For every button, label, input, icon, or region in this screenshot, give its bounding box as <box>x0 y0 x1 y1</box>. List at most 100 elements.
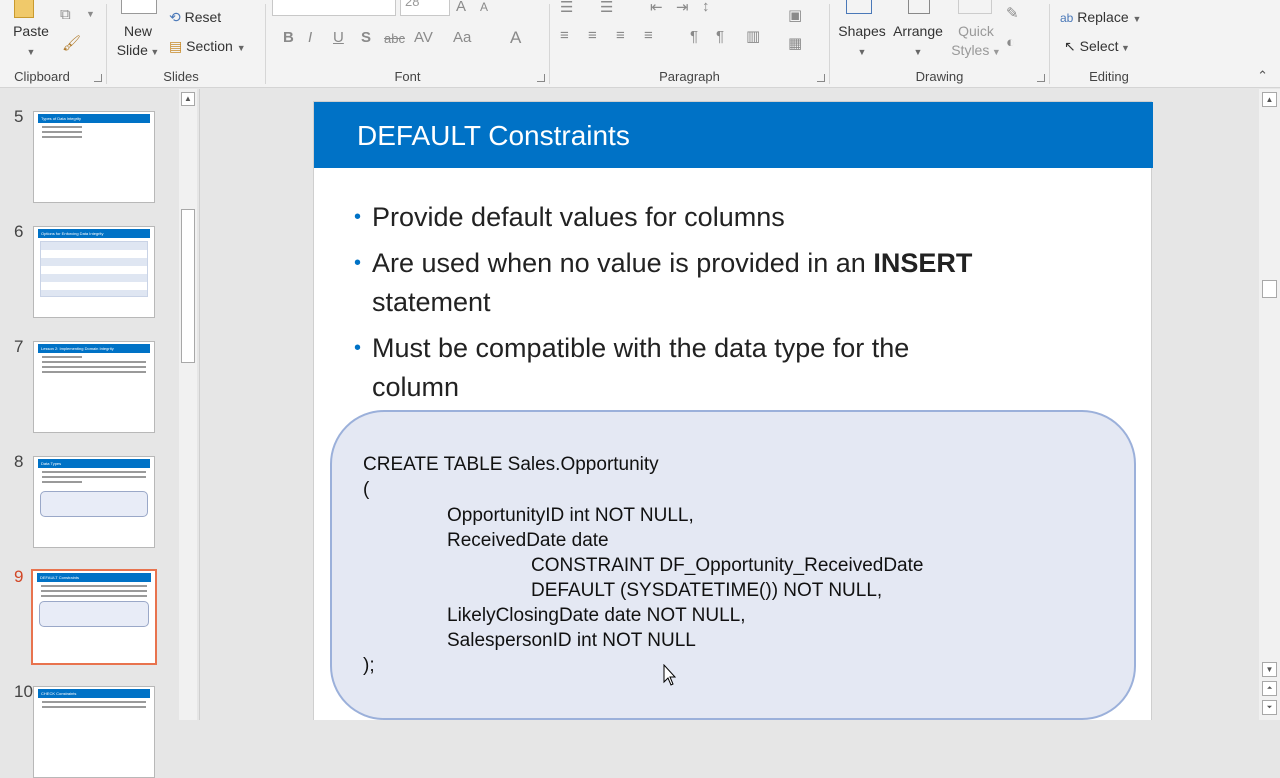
code-line: LikelyClosingDate date NOT NULL, <box>447 605 746 626</box>
slide-thumbnail-5[interactable]: Types of Data Integrity <box>33 111 155 203</box>
bullet-2[interactable]: • Are used when no value is provided in … <box>354 244 1116 322</box>
thumbnail-text-line <box>42 366 146 368</box>
quick-styles-dropdown-icon: ▼ <box>989 47 1001 57</box>
change-case-button[interactable]: Aa <box>453 29 471 46</box>
ltr-icon[interactable]: ¶ <box>690 28 698 45</box>
scroll-down-icon[interactable]: ▼ <box>1262 662 1277 677</box>
bullet-text-continued: column <box>372 372 460 402</box>
font-group: 28 A A B I U S abc AV Aa A Font <box>266 0 549 88</box>
smartart-icon[interactable]: ▦ <box>788 34 802 52</box>
slide-thumbnail-9-selected[interactable]: DEFAULT Constraints <box>31 569 157 665</box>
section-button[interactable]: ▤ Section ▼ <box>169 38 246 55</box>
justify-icon[interactable]: ≡ <box>644 27 653 44</box>
slide-thumbnail-10[interactable]: CHECK Constraints <box>33 686 155 778</box>
code-line: ); <box>363 655 375 676</box>
bullet-text: Provide default values for columns <box>372 202 785 232</box>
slides-group-label: Slides <box>163 69 199 84</box>
numbering-icon[interactable]: ☰ <box>600 0 613 16</box>
italic-button[interactable]: I <box>308 29 312 46</box>
character-spacing-button[interactable]: AV <box>414 29 433 46</box>
quick-styles-button[interactable]: Quick Styles ▼ <box>948 22 1004 62</box>
reset-button[interactable]: ⟲ Reset <box>169 9 221 26</box>
thumbnail-scrollbar[interactable]: ▲ <box>179 89 197 720</box>
copy-dropdown-icon[interactable]: ▼ <box>86 9 95 19</box>
bullet-text-continued: statement <box>372 287 491 317</box>
bullet-bold-keyword: INSERT <box>873 248 973 278</box>
quick-styles-label-2: Styles <box>951 42 990 58</box>
select-button[interactable]: ↖ Select ▼ <box>1064 38 1130 55</box>
copy-icon[interactable]: ⧉ <box>60 6 71 23</box>
replace-button[interactable]: ab Replace ▼ <box>1060 9 1141 25</box>
scrollbar-thumb[interactable] <box>181 209 195 363</box>
new-slide-button[interactable]: New Slide ▼ <box>113 22 163 62</box>
paragraph-group-label: Paragraph <box>659 69 720 84</box>
next-slide-icon[interactable]: ⏷ <box>1262 700 1277 715</box>
code-line: CREATE TABLE Sales.Opportunity <box>363 454 659 475</box>
font-color-button[interactable]: A <box>510 28 521 48</box>
slides-group: New Slide ▼ ⟲ Reset ▤ Section ▼ Slides <box>107 0 265 88</box>
collapse-ribbon-icon[interactable]: ⌃ <box>1257 68 1268 84</box>
bullet-dot-icon: • <box>354 206 362 228</box>
slide-thumbnail-7[interactable]: Lesson 2: Implementing Domain Integrity <box>33 341 155 433</box>
align-right-icon[interactable]: ≡ <box>616 27 625 44</box>
drawing-dialog-launcher-icon[interactable] <box>1037 74 1045 82</box>
strikethrough-button[interactable]: abc <box>384 31 405 46</box>
rtl-icon[interactable]: ¶ <box>716 28 724 45</box>
new-slide-label-1: New <box>123 23 152 39</box>
bold-button[interactable]: B <box>283 29 294 46</box>
thumbnail-code-box <box>40 491 148 517</box>
arrange-dropdown-icon: ▼ <box>913 47 923 57</box>
bullet-3[interactable]: • Must be compatible with the data type … <box>354 329 1116 407</box>
shadow-button[interactable]: S <box>361 29 371 46</box>
align-center-icon[interactable]: ≡ <box>588 27 597 44</box>
scrollbar-thumb[interactable] <box>1262 280 1277 298</box>
paragraph-dialog-launcher-icon[interactable] <box>817 74 825 82</box>
paste-dropdown-icon[interactable]: ▼ <box>27 47 36 57</box>
new-slide-dropdown-icon[interactable]: ▼ <box>148 47 159 57</box>
clipboard-group: Paste ▼ ⧉ ▼ 🖌 Clipboard <box>0 0 106 88</box>
select-dropdown-icon: ▼ <box>1118 43 1130 53</box>
scroll-up-icon[interactable]: ▲ <box>181 92 195 106</box>
format-painter-icon[interactable]: 🖌 <box>62 34 81 52</box>
paste-button[interactable]: Paste ▼ <box>8 22 54 62</box>
bullet-text: Must be compatible with the data type fo… <box>372 333 910 363</box>
new-slide-icon <box>121 0 157 14</box>
slide-thumbnail-8[interactable]: Data Types <box>33 456 155 548</box>
code-box[interactable]: CREATE TABLE Sales.Opportunity ( Opportu… <box>330 410 1136 720</box>
slide-title[interactable]: DEFAULT Constraints <box>357 120 630 152</box>
shapes-button[interactable]: Shapes ▼ <box>834 22 890 62</box>
previous-slide-icon[interactable]: ⏶ <box>1262 681 1277 696</box>
bullets-icon[interactable]: ☰ <box>560 0 573 16</box>
scroll-up-icon[interactable]: ▲ <box>1262 92 1277 107</box>
quick-styles-label-1: Quick <box>958 23 994 39</box>
paste-icon <box>14 0 34 18</box>
font-name-field[interactable] <box>272 0 396 16</box>
replace-icon: ab <box>1060 11 1074 25</box>
text-direction-icon[interactable]: ▣ <box>788 6 802 24</box>
arrange-button[interactable]: Arrange ▼ <box>888 22 948 62</box>
bullet-1[interactable]: • Provide default values for columns <box>354 198 1116 237</box>
editing-group: ab Replace ▼ ↖ Select ▼ Editing <box>1050 0 1168 88</box>
shapes-dropdown-icon: ▼ <box>857 47 867 57</box>
shape-fill-icon[interactable]: ✎ <box>1006 4 1019 22</box>
font-dialog-launcher-icon[interactable] <box>537 74 545 82</box>
thumbnail-table <box>40 241 148 297</box>
new-slide-label-2: Slide <box>116 42 148 58</box>
decrease-font-size-icon[interactable]: A <box>480 0 488 14</box>
increase-font-size-icon[interactable]: A <box>456 0 466 15</box>
thumbnail-number: 5 <box>14 107 24 126</box>
reset-icon: ⟲ <box>169 9 181 25</box>
columns-icon[interactable]: ▥ <box>746 27 760 45</box>
font-size-field[interactable]: 28 <box>400 0 450 16</box>
slide-scrollbar[interactable]: ▲ ▼ ⏶ ⏷ <box>1259 89 1280 720</box>
line-spacing-icon[interactable]: ↕ <box>702 0 710 15</box>
decrease-indent-icon[interactable]: ⇤ <box>650 0 663 16</box>
code-line: ReceivedDate date <box>447 530 609 551</box>
underline-button[interactable]: U <box>333 29 344 46</box>
arrange-label: Arrange <box>893 23 943 39</box>
align-left-icon[interactable]: ≡ <box>560 27 569 44</box>
increase-indent-icon[interactable]: ⇥ <box>676 0 689 16</box>
slide[interactable]: DEFAULT Constraints • Provide default va… <box>313 101 1153 720</box>
slide-thumbnail-6[interactable]: Options for Enforcing Data Integrity <box>33 226 155 318</box>
shape-outline-icon[interactable]: ◐ <box>1006 34 1015 51</box>
